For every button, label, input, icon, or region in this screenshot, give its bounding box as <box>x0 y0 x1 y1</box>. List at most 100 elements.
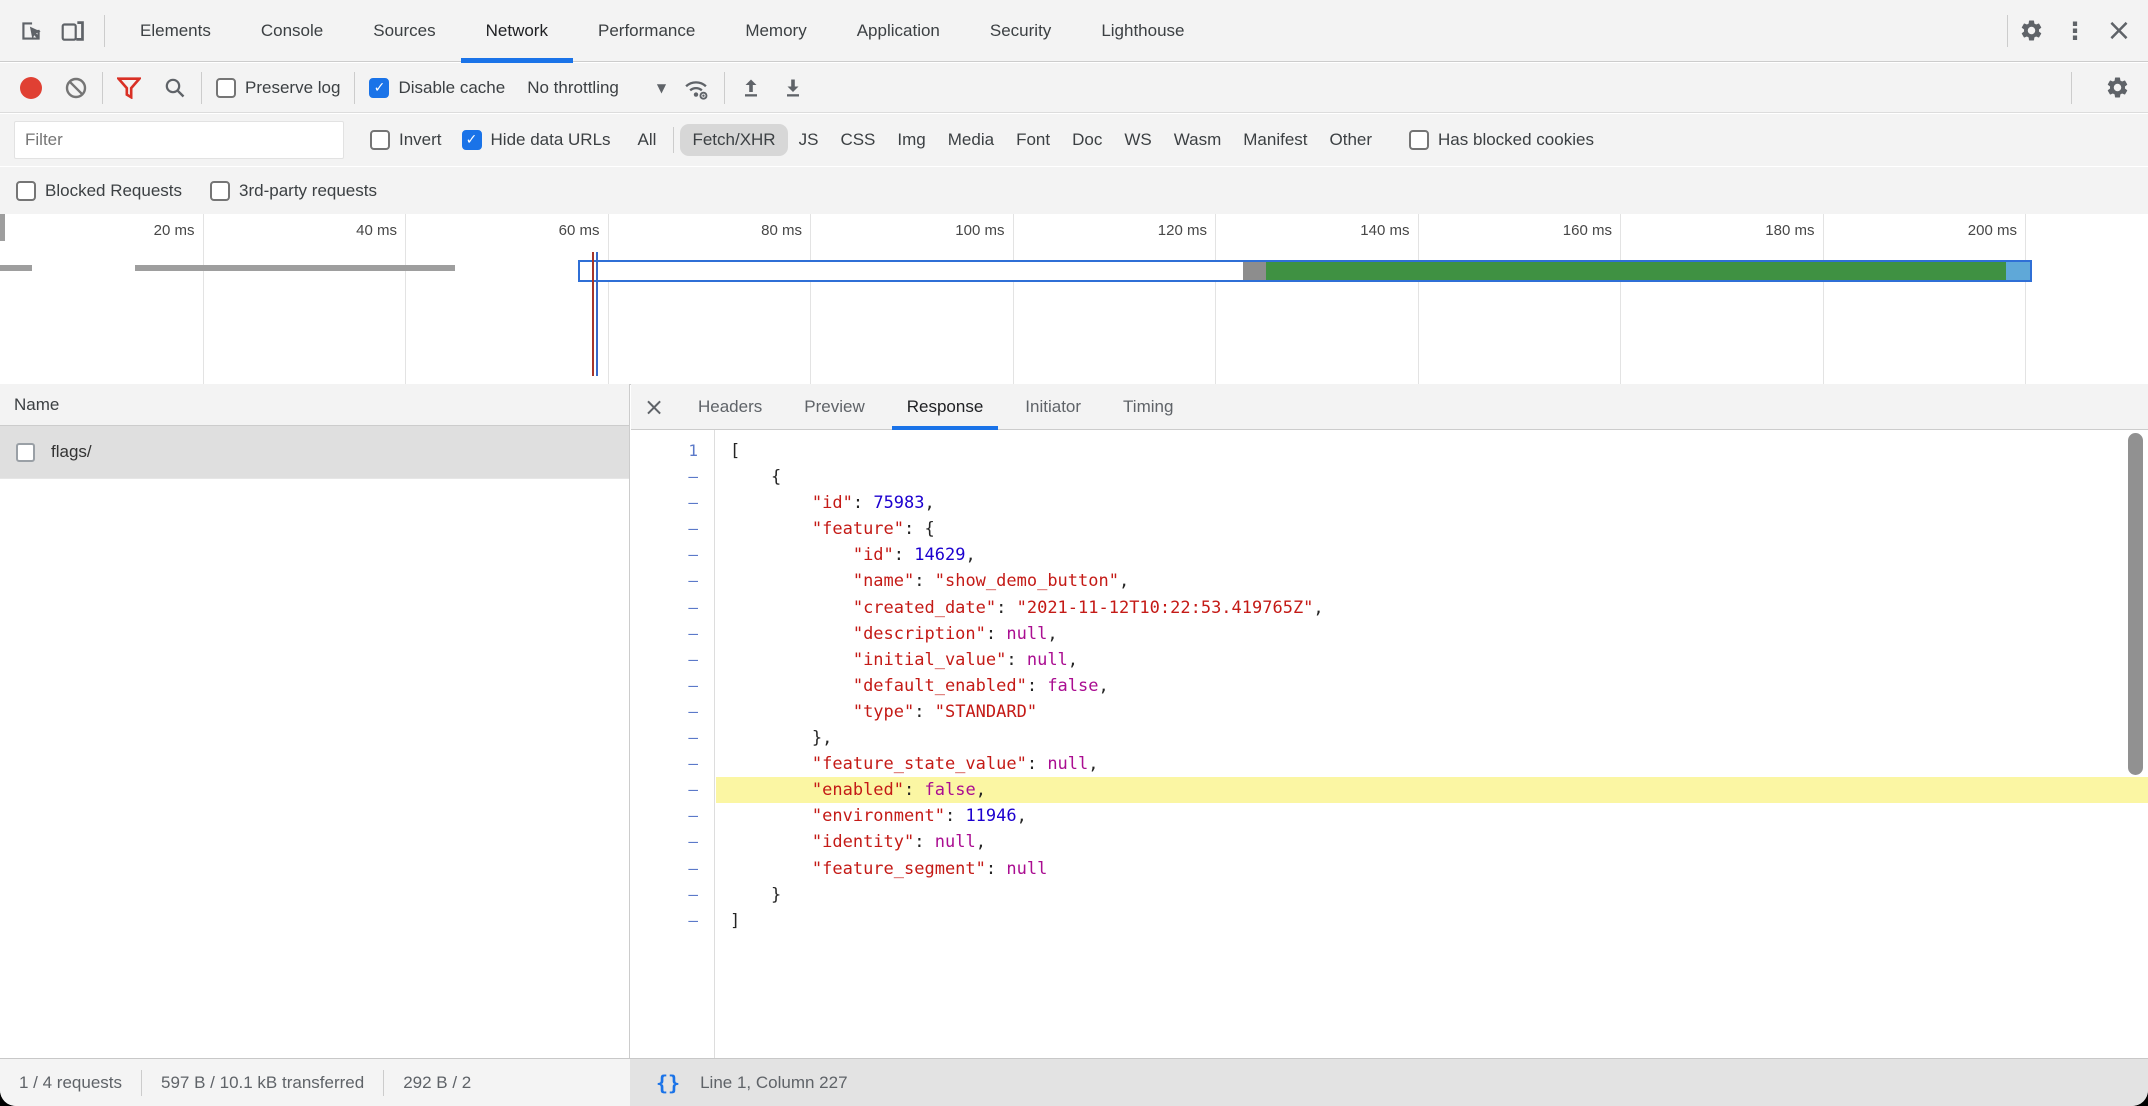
filter-type-media[interactable]: Media <box>937 125 1005 155</box>
code-line: "name": "show_demo_button", <box>716 568 2148 594</box>
line-number: – <box>631 568 714 594</box>
response-viewer[interactable]: 1–––––––––––––––––– [ { "id": 75983, "fe… <box>631 430 2148 1058</box>
resources-size: 292 B / 2 <box>384 1073 490 1093</box>
tick-label: 120 ms <box>1045 222 1207 239</box>
search-icon[interactable] <box>163 76 187 100</box>
resource-type-filters: All Fetch/XHRJSCSSImgMediaFontDocWSWasmMa… <box>627 124 1383 156</box>
has-blocked-cookies-checkbox[interactable] <box>1409 130 1429 150</box>
code-line: "id": 75983, <box>716 490 2148 516</box>
request-row[interactable]: flags/ <box>0 426 629 479</box>
line-number: – <box>631 751 714 777</box>
code-line: "identity": null, <box>716 829 2148 855</box>
record-icon[interactable] <box>20 77 42 99</box>
line-number: – <box>631 673 714 699</box>
tab-network[interactable]: Network <box>461 0 573 62</box>
filter-type-other[interactable]: Other <box>1319 125 1384 155</box>
disable-cache-checkbox[interactable]: ✓ <box>369 78 389 98</box>
scrollbar-thumb[interactable] <box>2128 433 2143 775</box>
request-checkbox[interactable] <box>16 443 35 462</box>
filter-type-doc[interactable]: Doc <box>1061 125 1113 155</box>
throttling-select[interactable]: No throttling <box>527 78 619 98</box>
preserve-log-label: Preserve log <box>245 78 340 98</box>
chevron-down-icon[interactable]: ▼ <box>657 81 666 95</box>
filter-type-manifest[interactable]: Manifest <box>1232 125 1318 155</box>
blocked-requests-checkbox[interactable] <box>16 181 36 201</box>
network-toolbar: Preserve log ✓ Disable cache No throttli… <box>0 63 2148 113</box>
close-devtools-icon[interactable]: × <box>2098 9 2140 53</box>
code-line: "environment": 11946, <box>716 803 2148 829</box>
tab-application[interactable]: Application <box>832 0 965 62</box>
line-number: – <box>631 882 714 908</box>
line-number: – <box>631 699 714 725</box>
disable-cache-label: Disable cache <box>398 78 505 98</box>
status-bar: 1 / 4 requests 597 B / 10.1 kB transferr… <box>0 1058 2148 1106</box>
detail-tab-headers[interactable]: Headers <box>677 384 783 430</box>
filter-type-wasm[interactable]: Wasm <box>1163 125 1233 155</box>
import-har-icon[interactable] <box>739 76 763 100</box>
filter-type-ws[interactable]: WS <box>1113 125 1162 155</box>
tab-console[interactable]: Console <box>236 0 348 62</box>
tab-sources[interactable]: Sources <box>348 0 460 62</box>
detail-tabs: HeadersPreviewResponseInitiatorTiming <box>677 384 1194 430</box>
tick-label: 80 ms <box>640 222 802 239</box>
divider <box>104 15 105 47</box>
code-line: "id": 14629, <box>716 542 2148 568</box>
tab-security[interactable]: Security <box>965 0 1076 62</box>
line-number: – <box>631 595 714 621</box>
request-detail-panel: × HeadersPreviewResponseInitiatorTiming … <box>631 384 2148 1058</box>
invert-checkbox[interactable] <box>370 130 390 150</box>
filter-icon[interactable] <box>117 77 141 99</box>
tab-elements[interactable]: Elements <box>115 0 236 62</box>
other-request-bar <box>135 265 455 271</box>
line-number: – <box>631 516 714 542</box>
tab-lighthouse[interactable]: Lighthouse <box>1076 0 1209 62</box>
gridline <box>1823 214 1824 384</box>
network-overview[interactable]: 20 ms40 ms60 ms80 ms100 ms120 ms140 ms16… <box>0 214 2148 385</box>
load-event-marker <box>592 252 594 376</box>
gridline <box>203 214 204 384</box>
network-conditions-icon[interactable] <box>682 75 710 101</box>
tick-label: 60 ms <box>438 222 600 239</box>
gridline <box>405 214 406 384</box>
name-column-header[interactable]: Name <box>0 384 629 426</box>
preserve-log-checkbox[interactable] <box>216 78 236 98</box>
detail-tab-initiator[interactable]: Initiator <box>1004 384 1102 430</box>
device-toolbar-icon[interactable] <box>52 9 94 53</box>
code-line: "default_enabled": false, <box>716 673 2148 699</box>
filter-type-css[interactable]: CSS <box>829 125 886 155</box>
filter-input[interactable] <box>14 121 344 159</box>
third-party-requests-checkbox[interactable] <box>210 181 230 201</box>
invert-label: Invert <box>399 130 442 150</box>
network-summary: 1 / 4 requests 597 B / 10.1 kB transferr… <box>0 1058 630 1106</box>
tab-performance[interactable]: Performance <box>573 0 720 62</box>
response-code: [ { "id": 75983, "feature": { "id": 1462… <box>716 430 2148 1058</box>
divider <box>102 72 103 104</box>
request-name: flags/ <box>51 442 92 462</box>
inspect-element-icon[interactable] <box>10 9 52 53</box>
line-number: – <box>631 803 714 829</box>
detail-tab-preview[interactable]: Preview <box>783 384 885 430</box>
filter-type-img[interactable]: Img <box>886 125 936 155</box>
tab-memory[interactable]: Memory <box>720 0 831 62</box>
format-icon[interactable]: {} <box>656 1071 680 1095</box>
request-waterfall-bar[interactable] <box>578 260 2032 282</box>
hide-data-urls-checkbox[interactable]: ✓ <box>462 130 482 150</box>
filter-type-js[interactable]: JS <box>788 125 830 155</box>
filter-type-fetch-xhr[interactable]: Fetch/XHR <box>680 124 787 156</box>
network-settings-icon[interactable] <box>2096 66 2138 110</box>
detail-tab-timing[interactable]: Timing <box>1102 384 1194 430</box>
filter-type-all[interactable]: All <box>627 125 668 155</box>
code-line: "type": "STANDARD" <box>716 699 2148 725</box>
divider <box>2007 15 2008 47</box>
more-options-icon[interactable]: ⋮ <box>2054 9 2096 53</box>
clear-icon[interactable] <box>64 76 88 100</box>
gridline <box>608 214 609 384</box>
detail-tab-response[interactable]: Response <box>886 384 1005 430</box>
filter-type-font[interactable]: Font <box>1005 125 1061 155</box>
close-detail-icon[interactable]: × <box>631 393 677 421</box>
settings-icon[interactable] <box>2010 9 2052 53</box>
tick-label: 20 ms <box>33 222 195 239</box>
export-har-icon[interactable] <box>781 76 805 100</box>
tick-label: 140 ms <box>1248 222 1410 239</box>
other-request-bar <box>0 214 5 241</box>
